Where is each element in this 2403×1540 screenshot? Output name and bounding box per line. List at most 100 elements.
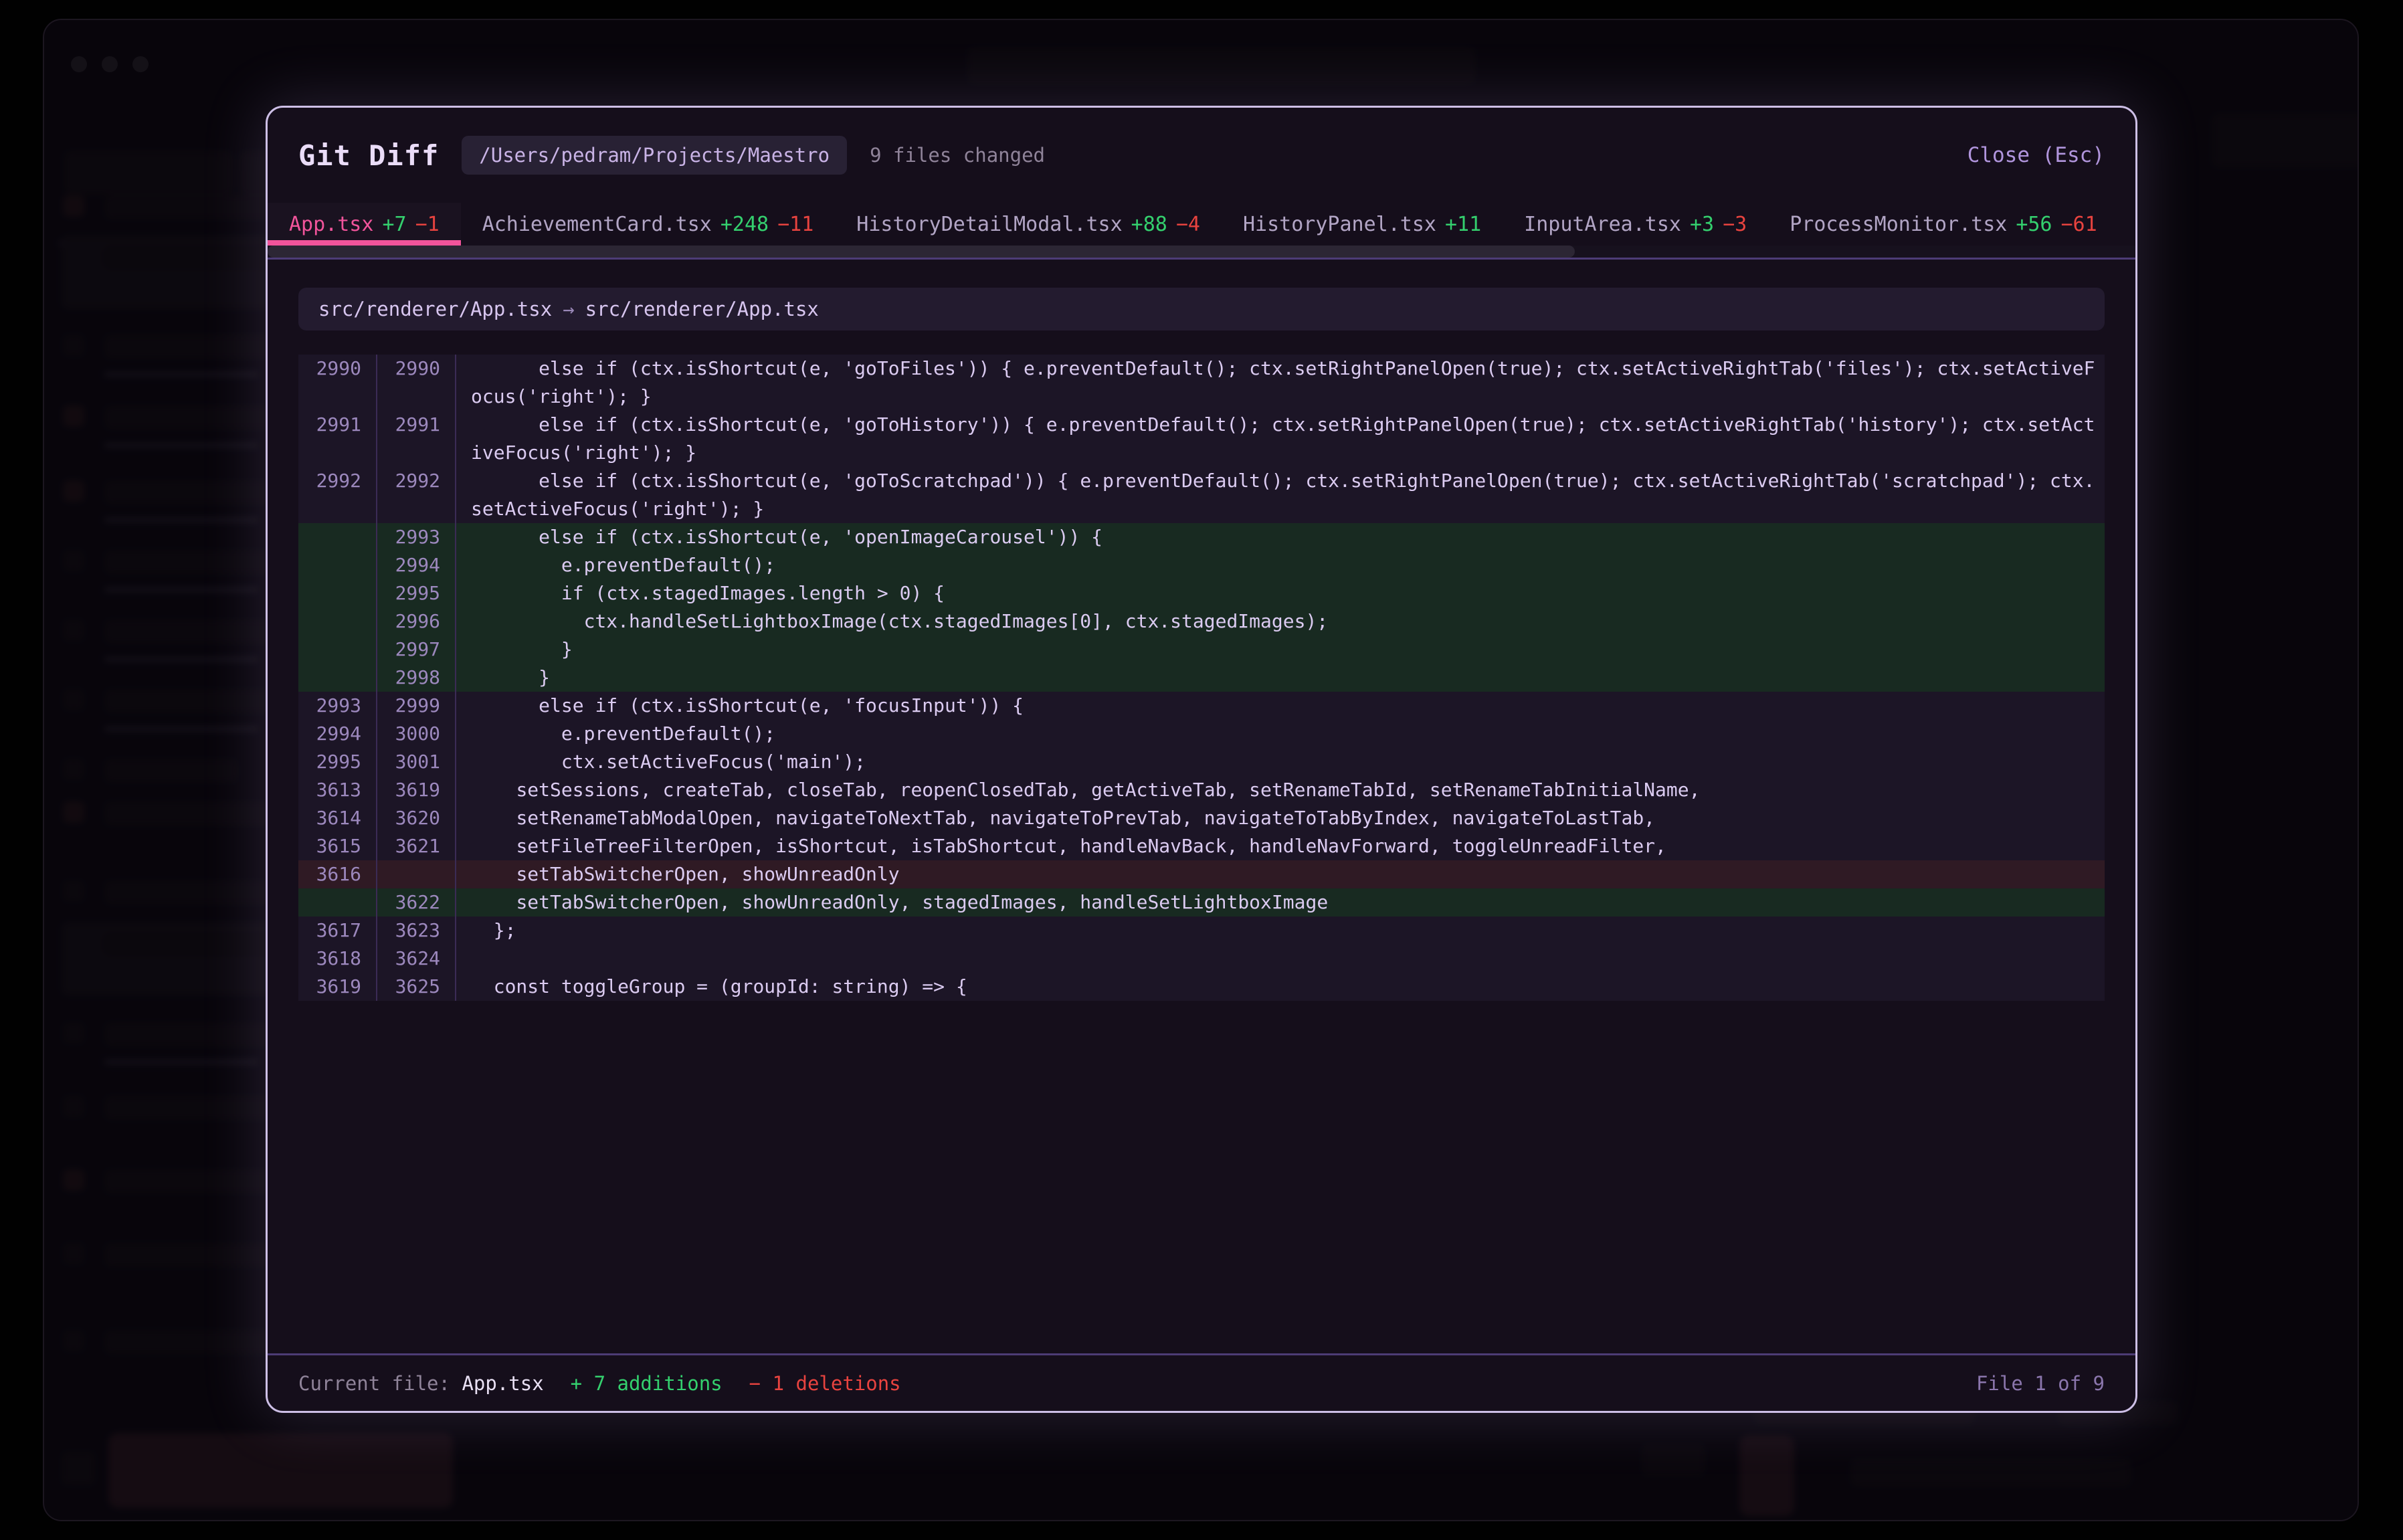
new-line-number: 2998 [377, 664, 456, 692]
diff-row: 2993 else if (ctx.isShortcut(e, 'openIma… [298, 523, 2105, 551]
code-line: } [456, 664, 2105, 692]
code-line: else if (ctx.isShortcut(e, 'focusInput')… [456, 692, 2105, 720]
arrow-right-icon: → [563, 298, 574, 320]
new-line-number: 3625 [377, 973, 456, 1001]
new-line-number [377, 860, 456, 888]
file-path-header: src/renderer/App.tsx → src/renderer/App.… [298, 288, 2105, 330]
old-line-number [298, 607, 377, 636]
diff-row: 36193625 const toggleGroup = (groupId: s… [298, 973, 2105, 1001]
new-line-number: 2990 [377, 355, 456, 411]
diff-row: 2994 e.preventDefault(); [298, 551, 2105, 579]
old-line-number: 3615 [298, 832, 377, 860]
new-line-number: 2993 [377, 523, 456, 551]
file-path-from: src/renderer/App.tsx [318, 298, 552, 320]
old-line-number: 3619 [298, 973, 377, 1001]
code-line: if (ctx.stagedImages.length > 0) { [456, 579, 2105, 607]
diff-row: 29912991 else if (ctx.isShortcut(e, 'goT… [298, 411, 2105, 467]
old-line-number: 2990 [298, 355, 377, 411]
file-position-indicator: File 1 of 9 [1976, 1372, 2105, 1395]
diff-row: 2995 if (ctx.stagedImages.length > 0) { [298, 579, 2105, 607]
diff-row: 36133619 setSessions, createTab, closeTa… [298, 776, 2105, 804]
additions-count: + 7 additions [571, 1372, 723, 1395]
old-line-number: 2993 [298, 692, 377, 720]
new-line-number: 3620 [377, 804, 456, 832]
code-line: ctx.setActiveFocus('main'); [456, 748, 2105, 776]
diff-row: 29932999 else if (ctx.isShortcut(e, 'foc… [298, 692, 2105, 720]
code-line: else if (ctx.isShortcut(e, 'openImageCar… [456, 523, 2105, 551]
diff-file-tabs: App.tsx+7−1AchievementCard.tsx+248−11His… [268, 203, 2135, 246]
diff-content: src/renderer/App.tsx → src/renderer/App.… [268, 260, 2135, 1353]
old-line-number [298, 523, 377, 551]
code-line: e.preventDefault(); [456, 551, 2105, 579]
repo-path-badge: /Users/pedram/Projects/Maestro [462, 136, 847, 175]
git-diff-modal: Git Diff /Users/pedram/Projects/Maestro … [266, 106, 2137, 1413]
diff-row: 3616 setTabSwitcherOpen, showUnreadOnly [298, 860, 2105, 888]
file-tab[interactable]: InputArea.tsx+3−3 [1503, 203, 1768, 246]
new-line-number: 3622 [377, 888, 456, 917]
tabs-scrollbar-thumb[interactable] [268, 246, 1575, 258]
close-button[interactable]: Close (Esc) [1967, 143, 2105, 167]
files-changed-count: 9 files changed [870, 144, 1045, 167]
new-line-number: 3624 [377, 945, 456, 973]
diff-row: 29922992 else if (ctx.isShortcut(e, 'goT… [298, 467, 2105, 523]
diff-row: 2997 } [298, 636, 2105, 664]
new-line-number: 2996 [377, 607, 456, 636]
diff-row: 2996 ctx.handleSetLightboxImage(ctx.stag… [298, 607, 2105, 636]
code-line: else if (ctx.isShortcut(e, 'goToHistory'… [456, 411, 2105, 467]
code-line: const toggleGroup = (groupId: string) =>… [456, 973, 2105, 1001]
file-tab[interactable]: HistoryDetailModal.tsx+88−4 [835, 203, 1222, 246]
old-line-number: 3618 [298, 945, 377, 973]
diff-row: 2998 } [298, 664, 2105, 692]
old-line-number: 2991 [298, 411, 377, 467]
code-line: }; [456, 917, 2105, 945]
deletions-count: − 1 deletions [749, 1372, 901, 1395]
modal-title: Git Diff [298, 139, 439, 172]
file-tab[interactable]: HistoryPanel.tsx+11 [1222, 203, 1503, 246]
file-tab[interactable]: Stand [2119, 203, 2135, 246]
modal-footer: Current file: App.tsx + 7 additions − 1 … [268, 1353, 2135, 1411]
old-line-number [298, 664, 377, 692]
diff-row: 29943000 e.preventDefault(); [298, 720, 2105, 748]
diff-row: 29902990 else if (ctx.isShortcut(e, 'goT… [298, 355, 2105, 411]
file-tab[interactable]: ProcessMonitor.tsx+56−61 [1768, 203, 2118, 246]
diff-row: 29953001 ctx.setActiveFocus('main'); [298, 748, 2105, 776]
file-path-to: src/renderer/App.tsx [585, 298, 819, 320]
old-line-number: 3617 [298, 917, 377, 945]
current-file-label: Current file: [298, 1372, 450, 1395]
new-line-number: 2995 [377, 579, 456, 607]
code-line: setSessions, createTab, closeTab, reopen… [456, 776, 2105, 804]
file-tab[interactable]: App.tsx+7−1 [268, 203, 461, 246]
new-line-number: 2992 [377, 467, 456, 523]
new-line-number: 2991 [377, 411, 456, 467]
old-line-number: 3614 [298, 804, 377, 832]
new-line-number: 2997 [377, 636, 456, 664]
code-line: e.preventDefault(); [456, 720, 2105, 748]
old-line-number: 2992 [298, 467, 377, 523]
code-line: setTabSwitcherOpen, showUnreadOnly [456, 860, 2105, 888]
code-line: } [456, 636, 2105, 664]
old-line-number: 3616 [298, 860, 377, 888]
old-line-number: 3613 [298, 776, 377, 804]
code-line: ctx.handleSetLightboxImage(ctx.stagedIma… [456, 607, 2105, 636]
current-file-name: App.tsx [462, 1372, 543, 1395]
code-line: else if (ctx.isShortcut(e, 'goToFiles'))… [456, 355, 2105, 411]
tabs-scrollbar[interactable] [268, 246, 2135, 258]
file-tab[interactable]: AchievementCard.tsx+248−11 [461, 203, 836, 246]
diff-row: 36143620 setRenameTabModalOpen, navigate… [298, 804, 2105, 832]
new-line-number: 3621 [377, 832, 456, 860]
old-line-number [298, 636, 377, 664]
old-line-number [298, 551, 377, 579]
new-line-number: 3619 [377, 776, 456, 804]
code-line: setTabSwitcherOpen, showUnreadOnly, stag… [456, 888, 2105, 917]
diff-table: 29902990 else if (ctx.isShortcut(e, 'goT… [298, 355, 2105, 1001]
new-line-number: 3001 [377, 748, 456, 776]
old-line-number [298, 888, 377, 917]
diff-row: 36173623 }; [298, 917, 2105, 945]
diff-row: 36153621 setFileTreeFilterOpen, isShortc… [298, 832, 2105, 860]
code-line: else if (ctx.isShortcut(e, 'goToScratchp… [456, 467, 2105, 523]
new-line-number: 3623 [377, 917, 456, 945]
new-line-number: 3000 [377, 720, 456, 748]
new-line-number: 2999 [377, 692, 456, 720]
old-line-number [298, 579, 377, 607]
old-line-number: 2995 [298, 748, 377, 776]
